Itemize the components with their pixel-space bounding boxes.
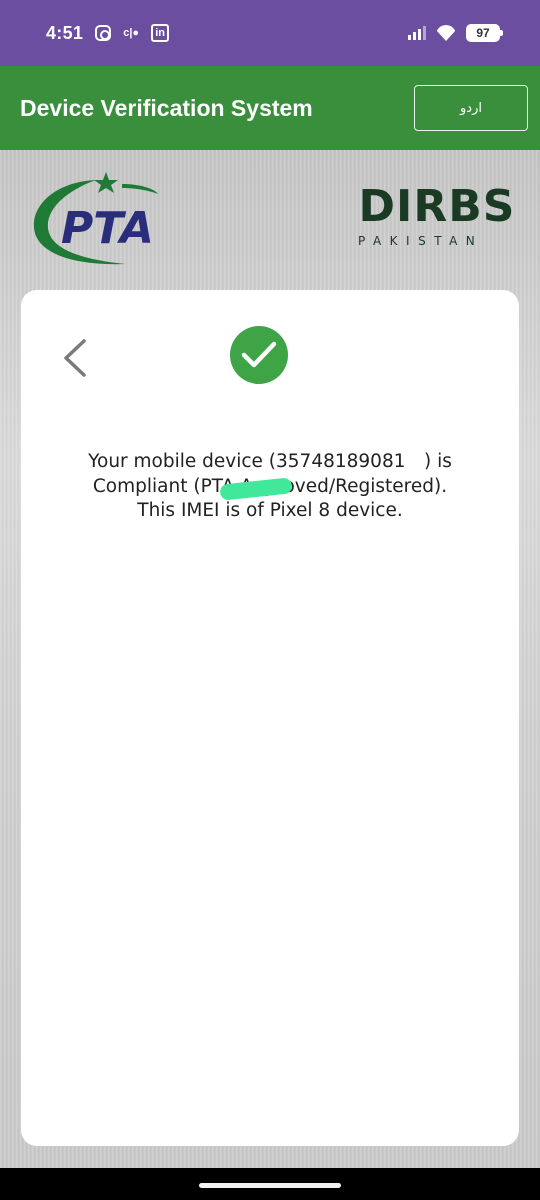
pta-logo: PTA [33, 172, 158, 265]
status-right: 97 [408, 24, 503, 42]
status-time: 4:51 [46, 22, 84, 43]
dirbs-logo: DIRBS PAKISTAN [354, 182, 520, 254]
linkedin-icon: in [151, 24, 170, 42]
app-title: Device Verification System [20, 94, 313, 121]
battery-icon: 97 [466, 24, 503, 42]
back-button[interactable] [61, 338, 89, 378]
success-check-icon [230, 326, 288, 384]
instagram-icon [95, 25, 112, 41]
cast-icon: c|● [123, 27, 140, 39]
language-toggle-button[interactable]: اردو [414, 85, 528, 131]
status-bar: 4:51 c|● in 97 [0, 0, 540, 66]
app-bar: Device Verification System اردو [0, 66, 540, 150]
signal-icon [408, 26, 426, 40]
navigation-bar [0, 1168, 540, 1200]
dirbs-logo-text: DIRBS [358, 181, 516, 232]
chevron-left-icon [64, 339, 86, 377]
home-gesture-bar[interactable] [199, 1183, 341, 1188]
wifi-icon [436, 25, 456, 41]
dirbs-logo-subtext: PAKISTAN [358, 234, 484, 248]
pta-logo-text: PTA [61, 203, 154, 254]
status-left: 4:51 c|● in [46, 22, 170, 44]
checkmark-icon [241, 341, 277, 368]
result-card: Your mobile device (35748189081 ) is Com… [21, 290, 519, 1146]
